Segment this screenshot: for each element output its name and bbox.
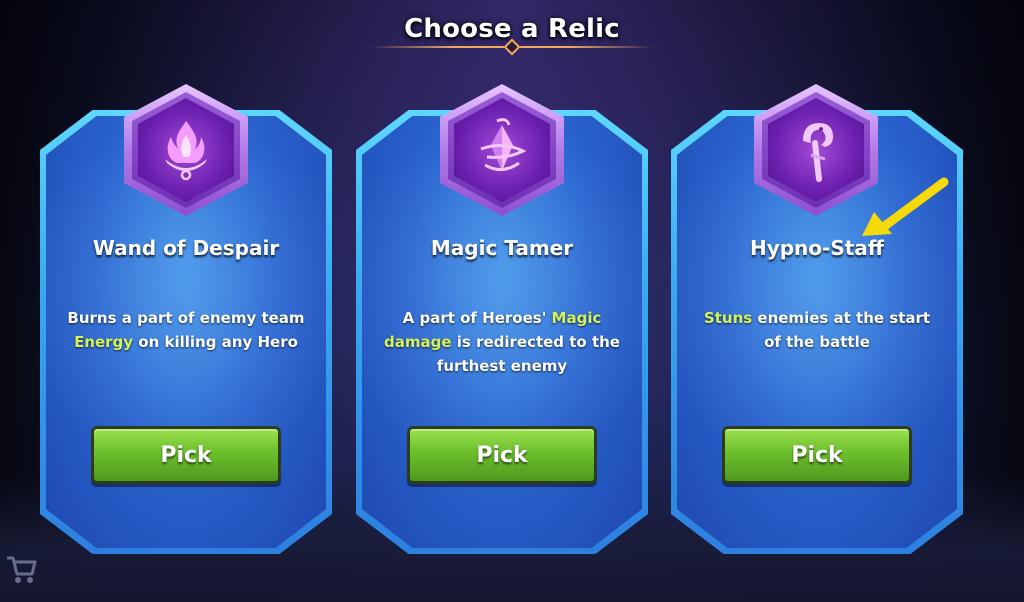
relic-description: Stuns enemies at the start of the battle: [693, 306, 941, 354]
pick-button-hypno-staff[interactable]: Pick: [722, 426, 912, 484]
relic-badge-magic-tamer: [440, 84, 564, 216]
relic-badge-wand-of-despair: [124, 84, 248, 216]
desc-text: Burns a part of enemy team: [67, 309, 305, 327]
desc-text: enemies at the start of the battle: [752, 309, 931, 351]
desc-text: on killing any Hero: [133, 333, 298, 351]
pick-button-magic-tamer[interactable]: Pick: [407, 426, 597, 484]
pick-button-wand-of-despair[interactable]: Pick: [91, 426, 281, 484]
relic-name: Magic Tamer: [430, 236, 574, 260]
annotation-arrow-icon: [862, 177, 949, 236]
snake-staff-icon: [803, 123, 833, 182]
desc-text: A part of Heroes': [402, 309, 552, 327]
crystal-swirl-icon: [480, 118, 527, 171]
desc-highlight: Stuns: [703, 309, 753, 327]
title-banner: Choose a Relic: [370, 6, 654, 56]
relic-description: Burns a part of enemy team Energy on kil…: [62, 306, 310, 354]
desc-highlight: Energy: [74, 333, 134, 351]
relic-name: Wand of Despair: [92, 236, 280, 260]
flame-chalice-icon: [165, 121, 207, 181]
desc-text: is redirected to the furthest enemy: [436, 333, 620, 375]
relic-description: A part of Heroes' Magic damage is redire…: [378, 306, 626, 378]
shop-cart-icon[interactable]: [4, 552, 38, 586]
